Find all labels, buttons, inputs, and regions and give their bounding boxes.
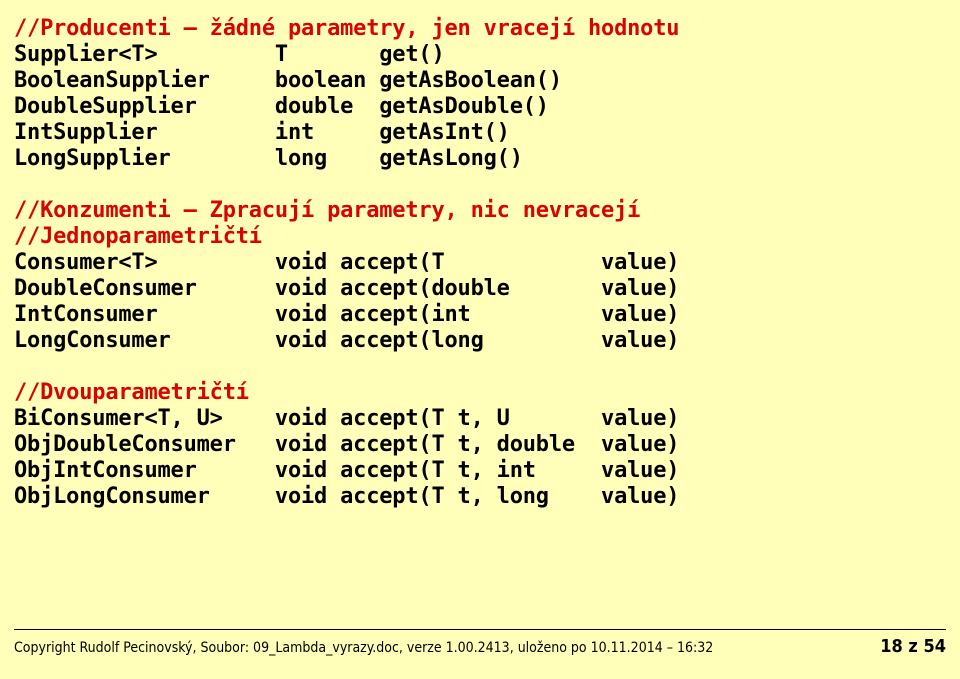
code-line: ObjDoubleConsumer void accept(T t, doubl… [14,432,946,458]
code-line: LongConsumer void accept(long value) [14,328,946,354]
code-line: Consumer<T> void accept(T value) [14,250,946,276]
code-line: //Producenti – žádné parametry, jen vrac… [14,16,946,42]
code-listing: //Producenti – žádné parametry, jen vrac… [0,0,960,510]
code-line: ObjIntConsumer void accept(T t, int valu… [14,458,946,484]
code-line: //Dvouparametričtí [14,380,946,406]
code-line: IntSupplier int getAsInt() [14,120,946,146]
code-line: Supplier<T> T get() [14,42,946,68]
code-line: BiConsumer<T, U> void accept(T t, U valu… [14,406,946,432]
code-line: DoubleSupplier double getAsDouble() [14,94,946,120]
page-number: 18 z 54 [880,634,946,660]
code-line: LongSupplier long getAsLong() [14,146,946,172]
footer-copyright: Copyright Rudolf Pecinovský, Soubor: 09_… [14,635,713,661]
code-line: BooleanSupplier boolean getAsBoolean() [14,68,946,94]
code-line: //Jednoparametričtí [14,224,946,250]
code-line [14,354,946,380]
code-line: ObjLongConsumer void accept(T t, long va… [14,484,946,510]
code-line: IntConsumer void accept(int value) [14,302,946,328]
code-line: DoubleConsumer void accept(double value) [14,276,946,302]
page-footer: Copyright Rudolf Pecinovský, Soubor: 09_… [14,629,946,661]
code-line: //Konzumenti – Zpracují parametry, nic n… [14,198,946,224]
code-line [14,172,946,198]
